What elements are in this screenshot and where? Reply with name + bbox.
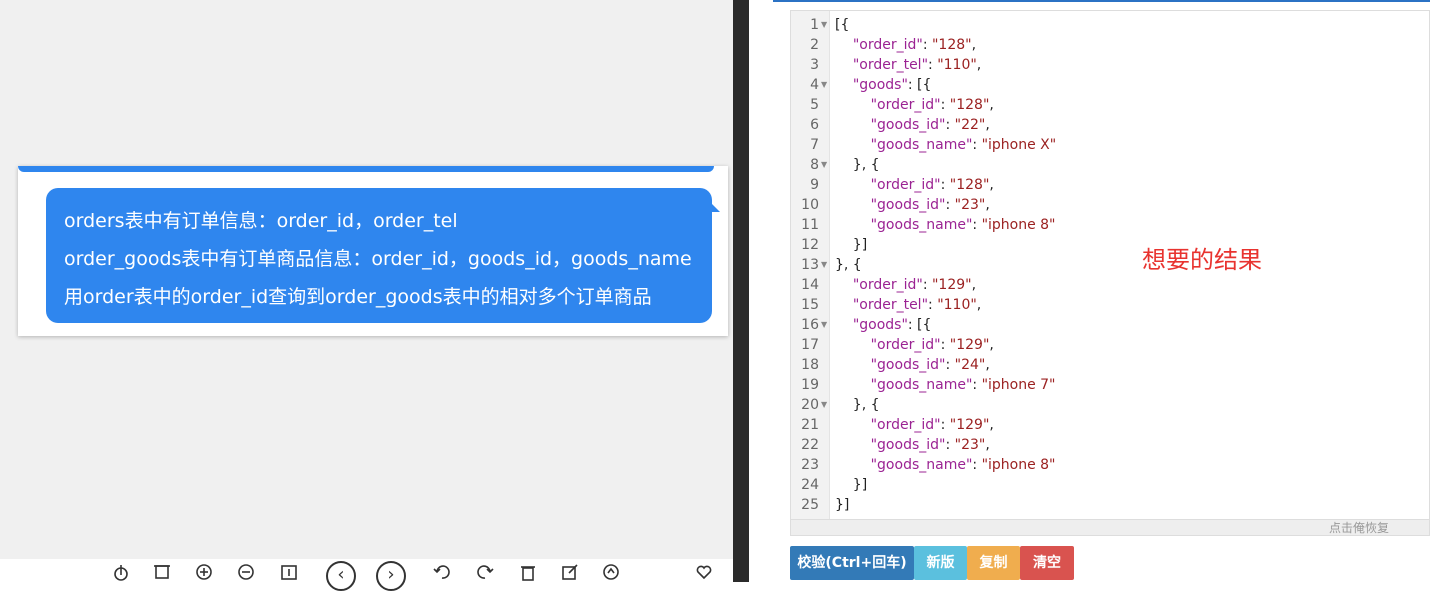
code-line: "order_id": "128", <box>870 97 994 113</box>
line-number: 13 <box>801 257 819 273</box>
line-number: 20 <box>801 397 819 413</box>
code-line: "order_id": "128", <box>852 37 977 53</box>
top-border <box>773 0 1430 2</box>
annotation-text: 想要的结果 <box>1142 246 1262 274</box>
chat-line-2: order_goods表中有订单商品信息：order_id，goods_id，g… <box>64 248 692 270</box>
line-number: 18 <box>801 357 819 373</box>
download-icon[interactable] <box>112 563 130 581</box>
code-line: }] <box>835 237 868 253</box>
fit-icon[interactable] <box>280 563 298 581</box>
fold-arrow-icon[interactable]: ▼ <box>821 255 829 275</box>
copy-button[interactable]: 复制 <box>967 546 1020 580</box>
line-number: 15 <box>801 297 819 313</box>
line-number: 22 <box>801 437 819 453</box>
validate-button[interactable]: 校验(Ctrl+回车) <box>790 546 914 580</box>
line-number: 16 <box>801 317 819 333</box>
json-editor[interactable]: 1 ▼ 2 3 4 ▼ 5 6 7 8 ▼ 9 10 11 12 13 ▼ 14 15 16 ▼ 17 18 19 20 ▼ 21 2… <box>790 10 1430 536</box>
code-line: "goods_name": "iphone 8" <box>870 457 1056 473</box>
code-line: "order_id": "129", <box>852 277 977 293</box>
code-line: "goods_name": "iphone 8" <box>870 217 1056 233</box>
line-number: 21 <box>801 417 819 433</box>
code-line: "goods_name": "iphone X" <box>870 137 1057 153</box>
line-number: 12 <box>801 237 819 253</box>
bubble-tail <box>710 202 720 212</box>
line-number: 10 <box>801 197 819 213</box>
fold-arrow-icon[interactable]: ▼ <box>821 155 829 175</box>
image-viewer-pane: orders表中有订单信息：order_id，order_tel order_g… <box>0 0 733 591</box>
code-line: }, { <box>835 397 880 413</box>
code-line: }, { <box>835 157 880 173</box>
code-line: "goods": [{ <box>852 317 932 333</box>
code-line: "goods_id": "23", <box>870 437 990 453</box>
delete-icon[interactable] <box>519 563 537 581</box>
json-tool-pane: 1 ▼ 2 3 4 ▼ 5 6 7 8 ▼ 9 10 11 12 13 ▼ 14 15 16 ▼ 17 18 19 20 ▼ 21 2… <box>749 0 1430 582</box>
code-line: "goods_id": "22", <box>870 117 990 133</box>
rotate-left-icon[interactable] <box>433 563 451 581</box>
window-divider <box>733 0 749 582</box>
code-line: }] <box>835 497 850 513</box>
code-line: "order_id": "128", <box>870 177 994 193</box>
fold-arrow-icon[interactable]: ▼ <box>821 15 829 35</box>
fold-arrow-icon[interactable]: ▼ <box>821 75 829 95</box>
code-line: "order_id": "129", <box>870 417 994 433</box>
code-line: "order_tel": "110", <box>852 297 982 313</box>
zoom-out-icon[interactable] <box>237 563 255 581</box>
line-number: 2 <box>810 37 819 53</box>
code-line: "goods_id": "23", <box>870 197 990 213</box>
code-line: "order_tel": "110", <box>852 57 982 73</box>
locate-icon[interactable] <box>602 563 620 581</box>
code-line: "goods_name": "iphone 7" <box>870 377 1056 393</box>
fold-arrow-icon[interactable]: ▼ <box>821 315 829 335</box>
line-number: 1 <box>810 17 819 33</box>
edit-icon[interactable] <box>561 563 579 581</box>
restore-link[interactable]: 点击俺恢复 <box>1329 520 1389 536</box>
line-number: 8 <box>810 157 819 173</box>
rotate-right-icon[interactable] <box>476 563 494 581</box>
fold-arrow-icon[interactable]: ▼ <box>821 395 829 415</box>
line-number: 14 <box>801 277 819 293</box>
favorite-icon[interactable] <box>695 563 713 581</box>
line-number: 5 <box>810 97 819 113</box>
line-number: 24 <box>801 477 819 493</box>
viewer-toolbar: ‹ › <box>0 559 733 591</box>
new-version-button[interactable]: 新版 <box>914 546 967 580</box>
zoom-in-icon[interactable] <box>195 563 213 581</box>
code-line: "goods_id": "24", <box>870 357 990 373</box>
next-icon[interactable]: › <box>376 561 406 591</box>
prev-icon[interactable]: ‹ <box>326 561 356 591</box>
chat-line-1: orders表中有订单信息：order_id，order_tel <box>64 210 458 232</box>
code-line: }] <box>835 477 868 493</box>
clear-button[interactable]: 清空 <box>1020 546 1074 580</box>
line-number: 3 <box>810 57 819 73</box>
code-line: }, { <box>835 257 862 273</box>
line-number: 17 <box>801 337 819 353</box>
chat-line-3: 用order表中的order_id查询到order_goods表中的相对多个订单… <box>64 286 652 308</box>
code-line: [{ <box>835 17 850 33</box>
line-number: 11 <box>801 217 819 233</box>
line-gutter: 1 ▼ 2 3 4 ▼ 5 6 7 8 ▼ 9 10 11 12 13 ▼ 14 15 16 ▼ 17 18 19 20 ▼ 21 2… <box>791 11 830 519</box>
line-number: 4 <box>810 77 819 93</box>
code-line: "goods": [{ <box>852 77 932 93</box>
editor-statusbar: 点击俺恢复 <box>791 519 1429 535</box>
previous-message-edge <box>18 166 714 172</box>
crop-icon[interactable] <box>153 563 171 581</box>
code-line: "order_id": "129", <box>870 337 994 353</box>
line-number: 23 <box>801 457 819 473</box>
line-number: 7 <box>810 137 819 153</box>
chat-card: orders表中有订单信息：order_id，order_tel order_g… <box>18 166 728 336</box>
line-number: 25 <box>801 497 819 513</box>
chat-bubble: orders表中有订单信息：order_id，order_tel order_g… <box>46 188 720 323</box>
line-number: 9 <box>810 177 819 193</box>
line-number: 6 <box>810 117 819 133</box>
line-number: 19 <box>801 377 819 393</box>
